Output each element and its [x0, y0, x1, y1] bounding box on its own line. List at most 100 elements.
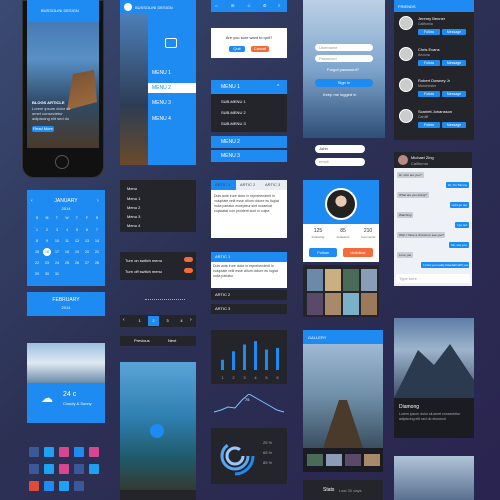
calendar-day[interactable]: 9: [43, 237, 51, 245]
gallery-thumb[interactable]: [325, 269, 341, 291]
social-icon[interactable]: [44, 464, 54, 474]
social-icon[interactable]: [59, 464, 69, 474]
gallery-thumb[interactable]: [361, 269, 377, 291]
calendar-day[interactable]: 3: [53, 226, 61, 234]
social-icon[interactable]: [74, 464, 84, 474]
calendar-day[interactable]: 15: [33, 248, 41, 256]
slider-dots[interactable]: [145, 299, 185, 301]
mail-icon[interactable]: ✉: [231, 3, 234, 8]
message-button[interactable]: Message: [442, 29, 466, 35]
switch-off-toggle[interactable]: [184, 268, 193, 273]
simple-menu-item-1[interactable]: Menu 1: [127, 196, 140, 201]
gallery-thumb[interactable]: [307, 269, 323, 291]
follow-button[interactable]: Follow: [418, 60, 440, 66]
follow-button[interactable]: Follow: [418, 29, 440, 35]
menu-item-1[interactable]: MENU 1: [152, 70, 171, 77]
menu-icon[interactable]: [124, 3, 132, 11]
gallery-strip-thumb[interactable]: [307, 454, 323, 466]
page-number[interactable]: 1: [134, 316, 145, 326]
user-icon[interactable]: ☺: [247, 3, 251, 8]
tab-artic-1[interactable]: ARTIC 1: [211, 180, 236, 190]
social-icon[interactable]: [29, 447, 39, 457]
page-next-icon[interactable]: ›: [190, 317, 192, 323]
password-field[interactable]: Password: [315, 55, 373, 62]
calendar-day[interactable]: 7: [93, 226, 101, 234]
accordion-artic-3[interactable]: ARTIC 3: [211, 304, 287, 314]
forgot-link[interactable]: Forgot password?: [327, 67, 359, 72]
calendar-day[interactable]: 24: [53, 259, 61, 267]
calendar-day[interactable]: 17: [53, 248, 61, 256]
calendar-day[interactable]: 25: [63, 259, 71, 267]
menu-item-3[interactable]: MENU 3: [152, 100, 171, 107]
calendar-day[interactable]: 18: [63, 248, 71, 256]
gallery-thumb[interactable]: [343, 293, 359, 315]
chat-input[interactable]: Type here: [396, 274, 470, 283]
calendar-day[interactable]: 16: [43, 248, 51, 256]
username-field[interactable]: Username: [315, 44, 373, 51]
submenu-item-2[interactable]: SUB-MENU 2: [221, 110, 246, 115]
message-button[interactable]: Message: [442, 60, 466, 66]
submenu-item-1[interactable]: SUB-MENU 1: [221, 99, 246, 104]
gallery-thumb[interactable]: [307, 293, 323, 315]
calendar-day[interactable]: 11: [63, 237, 71, 245]
previous-button[interactable]: Previous: [134, 338, 150, 343]
gallery-thumb[interactable]: [343, 269, 359, 291]
play-button[interactable]: [150, 424, 164, 438]
message-button[interactable]: Message: [442, 91, 466, 97]
social-icon[interactable]: [44, 481, 54, 491]
page-prev-icon[interactable]: ‹: [123, 317, 125, 323]
hamburger-icon[interactable]: ≡: [278, 3, 280, 8]
accordion-menu-3[interactable]: MENU 3: [211, 150, 287, 162]
social-icon[interactable]: [89, 447, 99, 457]
read-more-button[interactable]: Read More: [32, 126, 54, 132]
gear-icon[interactable]: ⚙: [263, 3, 267, 8]
tab-artic-2[interactable]: ARTIC 2: [236, 180, 261, 190]
calendar-day[interactable]: 20: [83, 248, 91, 256]
calendar-day[interactable]: 26: [73, 259, 81, 267]
email-field[interactable]: email: [315, 158, 365, 166]
name-field[interactable]: John: [315, 145, 365, 153]
simple-menu-item-3[interactable]: Menu 3: [127, 214, 140, 219]
gallery-thumb[interactable]: [361, 293, 377, 315]
accordion-menu-2[interactable]: MENU 2: [211, 136, 287, 148]
menu-item-2[interactable]: MENU 2: [152, 85, 171, 92]
calendar-day[interactable]: 10: [53, 237, 61, 245]
unfollow-button[interactable]: Unfollow: [343, 248, 373, 257]
calendar-day[interactable]: 2: [43, 226, 51, 234]
follow-button[interactable]: Follow: [418, 91, 440, 97]
calendar-day[interactable]: 6: [83, 226, 91, 234]
keep-logged-checkbox[interactable]: Keep me logged in: [323, 92, 356, 97]
message-button[interactable]: Message: [442, 122, 466, 128]
calendar-day[interactable]: 29: [33, 270, 41, 278]
social-icon[interactable]: [89, 464, 99, 474]
accordion-artic-2[interactable]: ARTIC 2: [211, 290, 287, 300]
page-number[interactable]: 3: [162, 316, 173, 326]
social-icon[interactable]: [59, 481, 69, 491]
follow-button[interactable]: Follow: [309, 248, 337, 257]
calendar-day[interactable]: 4: [63, 226, 71, 234]
calendar-day[interactable]: 12: [73, 237, 81, 245]
phone-home-button[interactable]: [55, 155, 69, 169]
calendar-day[interactable]: 14: [93, 237, 101, 245]
calendar-day[interactable]: 13: [83, 237, 91, 245]
social-icon[interactable]: [74, 481, 84, 491]
social-icon[interactable]: [59, 447, 69, 457]
social-icon[interactable]: [74, 447, 84, 457]
calendar-day[interactable]: 31: [53, 270, 61, 278]
simple-menu-item-2[interactable]: Menu 2: [127, 205, 140, 210]
next-button[interactable]: Next: [168, 338, 176, 343]
switch-on-toggle[interactable]: [184, 257, 193, 262]
gallery-strip-thumb[interactable]: [326, 454, 342, 466]
calendar-day[interactable]: 23: [43, 259, 51, 267]
cancel-button[interactable]: Cancel: [251, 46, 269, 52]
page-number[interactable]: 2: [148, 316, 159, 326]
submenu-item-3[interactable]: SUB-MENU 3: [221, 121, 246, 126]
calendar-day[interactable]: 19: [73, 248, 81, 256]
calendar-day[interactable]: 30: [43, 270, 51, 278]
calendar-day[interactable]: 8: [33, 237, 41, 245]
calendar-day[interactable]: 5: [73, 226, 81, 234]
page-number[interactable]: 4: [176, 316, 187, 326]
accordion-menu-1[interactable]: MENU 1 ^: [211, 80, 287, 94]
accordion-artic-1[interactable]: ARTIC 1: [211, 252, 287, 262]
menu-item-4[interactable]: MENU 4: [152, 116, 171, 123]
